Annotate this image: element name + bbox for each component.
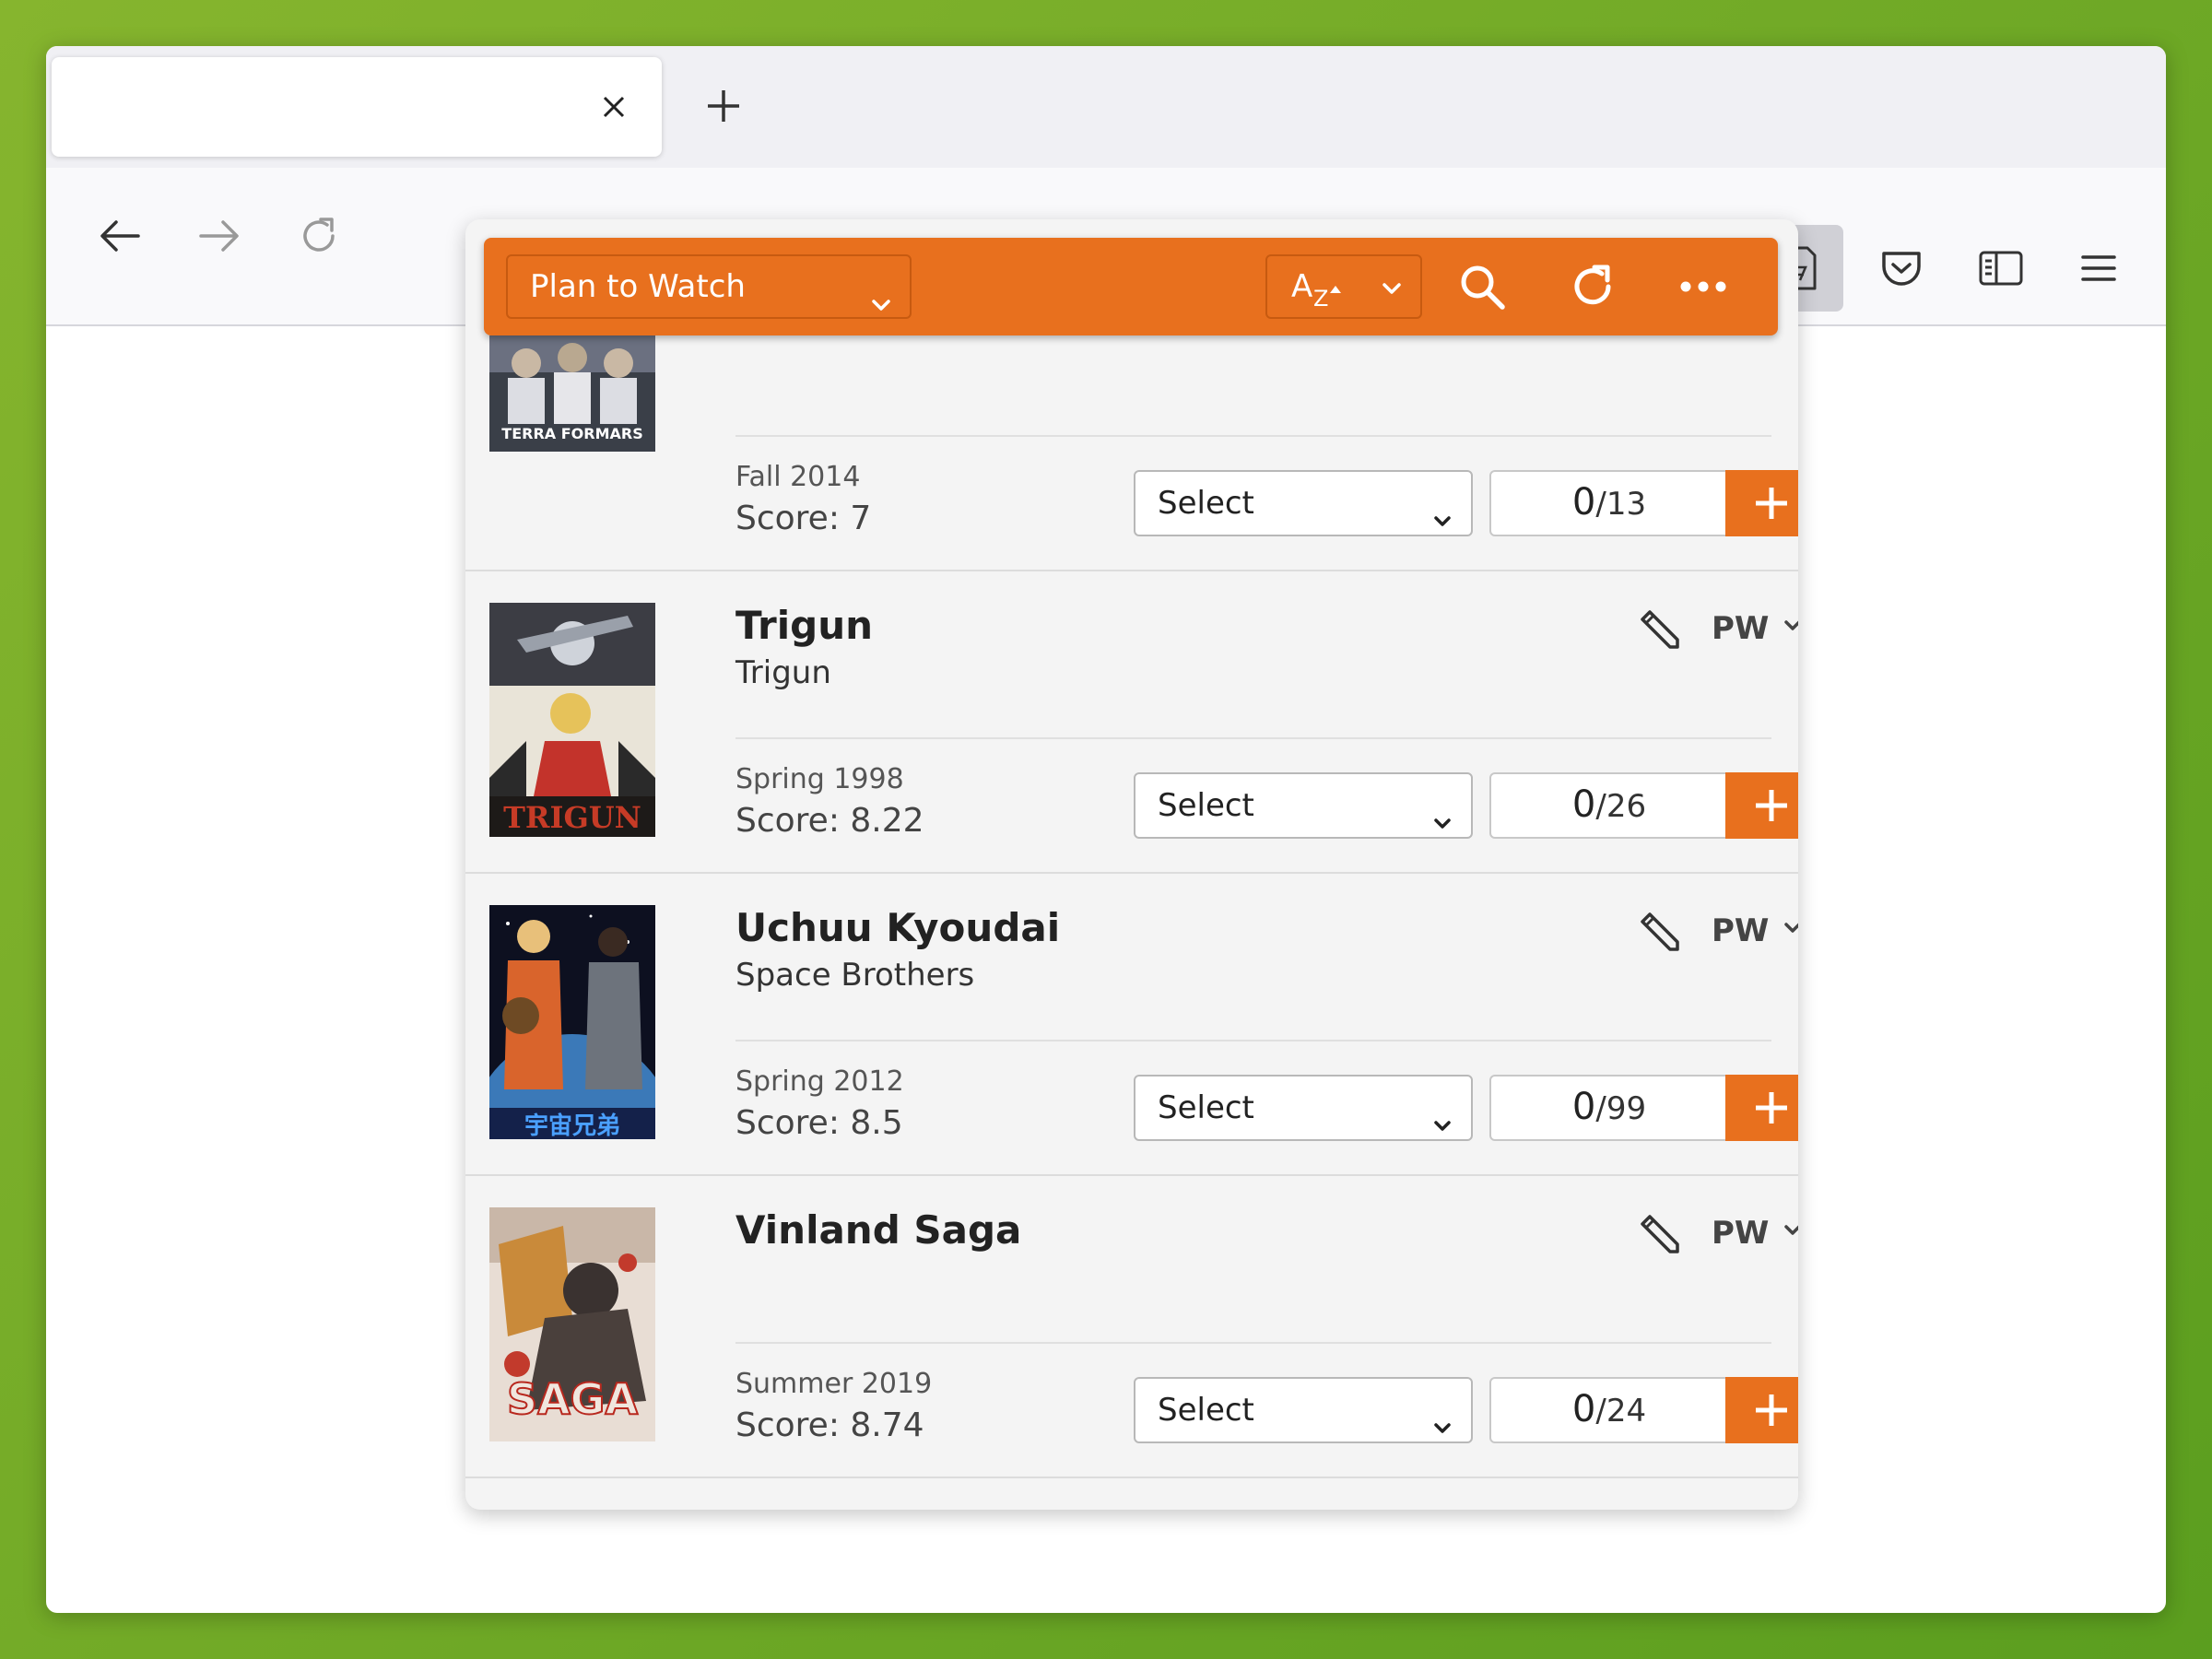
poster-image: TRIGUN (489, 603, 655, 837)
back-icon[interactable] (83, 199, 157, 273)
poster-image: TERRA FORMARS (489, 335, 655, 452)
browser-tab[interactable] (52, 57, 662, 157)
chevron-down-icon (1430, 794, 1454, 857)
reload-icon[interactable] (282, 199, 356, 273)
watched-count: 0 (1571, 783, 1596, 826)
watched-count: 0 (1571, 481, 1596, 524)
episode-progress[interactable]: 0/26 (1489, 772, 1798, 839)
anime-title[interactable]: Trigun (735, 603, 873, 648)
popup-header: Plan to Watch AZ (484, 238, 1778, 335)
increment-episode-button[interactable] (1725, 772, 1798, 839)
chevron-down-icon (1430, 1097, 1454, 1159)
score-label: Score: 8.22 (735, 802, 924, 840)
entry-divider (735, 435, 1771, 437)
sort-az-icon: AZ (1289, 267, 1347, 318)
chevron-down-icon[interactable] (1781, 1218, 1798, 1246)
anime-entry: SAGA Vinland Saga PW Summer 2019 Score: … (465, 1174, 1798, 1478)
total-episodes: /26 (1595, 788, 1647, 825)
list-filter-select[interactable]: Plan to Watch (506, 254, 912, 319)
svg-text:SAGA: SAGA (507, 1374, 638, 1424)
episode-count: 0/99 (1491, 1086, 1727, 1128)
episode-count: 0/24 (1491, 1388, 1727, 1430)
search-icon[interactable] (1453, 258, 1511, 315)
chevron-down-icon (1380, 276, 1404, 304)
svg-text:宇宙兄弟: 宇宙兄弟 (524, 1112, 620, 1139)
episode-count: 0/13 (1491, 481, 1727, 524)
status-select[interactable]: Select (1134, 470, 1473, 536)
watched-count: 0 (1571, 1086, 1596, 1128)
svg-text:A: A (1291, 268, 1312, 305)
extension-popup: Plan to Watch AZ TERRA FORMARS Fall 2014… (465, 219, 1798, 1510)
anime-alt-title: Space Brothers (735, 957, 975, 994)
season-label: Fall 2014 (735, 461, 861, 493)
chevron-down-icon[interactable] (1781, 614, 1798, 641)
score-label: Score: 8.74 (735, 1406, 924, 1444)
chevron-down-icon (1430, 492, 1454, 555)
score-label: Score: 7 (735, 500, 872, 537)
increment-episode-button[interactable] (1725, 1377, 1798, 1443)
status-code[interactable]: PW (1712, 912, 1769, 949)
status-select-value: Select (1158, 485, 1254, 522)
refresh-icon[interactable] (1564, 258, 1621, 315)
svg-text:TRIGUN: TRIGUN (503, 800, 641, 835)
status-select[interactable]: Select (1134, 1075, 1473, 1141)
edit-pencil-icon[interactable] (1631, 903, 1687, 959)
status-code[interactable]: PW (1712, 1215, 1769, 1252)
anime-entry: 宇宙兄弟 Uchuu Kyoudai Space Brothers PW Spr… (465, 872, 1798, 1176)
pocket-icon[interactable] (1858, 225, 1945, 312)
total-episodes: /24 (1595, 1393, 1647, 1430)
chevron-down-icon (869, 276, 893, 337)
anime-title[interactable]: Uchuu Kyoudai (735, 905, 1060, 950)
status-select-value: Select (1158, 1392, 1254, 1429)
increment-episode-button[interactable] (1725, 470, 1798, 536)
chevron-down-icon[interactable] (1781, 916, 1798, 944)
entry-divider (735, 737, 1771, 739)
anime-entry: TRIGUN Trigun Trigun PW Spring 1998 Scor… (465, 570, 1798, 874)
new-tab-button[interactable] (691, 74, 756, 138)
season-label: Summer 2019 (735, 1368, 933, 1400)
episode-progress[interactable]: 0/24 (1489, 1377, 1798, 1443)
edit-pencil-icon[interactable] (1631, 1206, 1687, 1261)
sort-select[interactable]: AZ (1265, 254, 1422, 319)
status-select-value: Select (1158, 1089, 1254, 1126)
status-select-value: Select (1158, 787, 1254, 824)
svg-text:Z: Z (1313, 286, 1328, 310)
episode-progress[interactable]: 0/13 (1489, 470, 1798, 536)
status-select[interactable]: Select (1134, 772, 1473, 839)
forward-icon[interactable] (182, 199, 256, 273)
svg-text:TERRA FORMARS: TERRA FORMARS (501, 425, 642, 442)
season-label: Spring 2012 (735, 1065, 904, 1098)
anime-title[interactable]: Vinland Saga (735, 1207, 1021, 1253)
increment-episode-button[interactable] (1725, 1075, 1798, 1141)
more-options-icon[interactable] (1675, 258, 1732, 315)
poster-image: 宇宙兄弟 (489, 905, 655, 1139)
close-tab-icon[interactable] (588, 81, 640, 133)
episode-progress[interactable]: 0/99 (1489, 1075, 1798, 1141)
sidebar-icon[interactable] (1958, 225, 2044, 312)
score-label: Score: 8.5 (735, 1104, 903, 1142)
poster-image: SAGA (489, 1207, 655, 1441)
edit-pencil-icon[interactable] (1631, 601, 1687, 656)
entry-divider (735, 1040, 1771, 1041)
anime-alt-title: Trigun (735, 654, 831, 691)
list-filter-label: Plan to Watch (530, 268, 746, 305)
status-select[interactable]: Select (1134, 1377, 1473, 1443)
total-episodes: /13 (1595, 486, 1647, 523)
watched-count: 0 (1571, 1388, 1596, 1430)
tab-bar (46, 46, 2166, 168)
episode-count: 0/26 (1491, 783, 1727, 826)
menu-icon[interactable] (2055, 225, 2142, 312)
entry-divider (735, 1342, 1771, 1344)
season-label: Spring 1998 (735, 763, 904, 795)
chevron-down-icon (1430, 1399, 1454, 1462)
status-code[interactable]: PW (1712, 610, 1769, 647)
total-episodes: /99 (1595, 1090, 1647, 1127)
